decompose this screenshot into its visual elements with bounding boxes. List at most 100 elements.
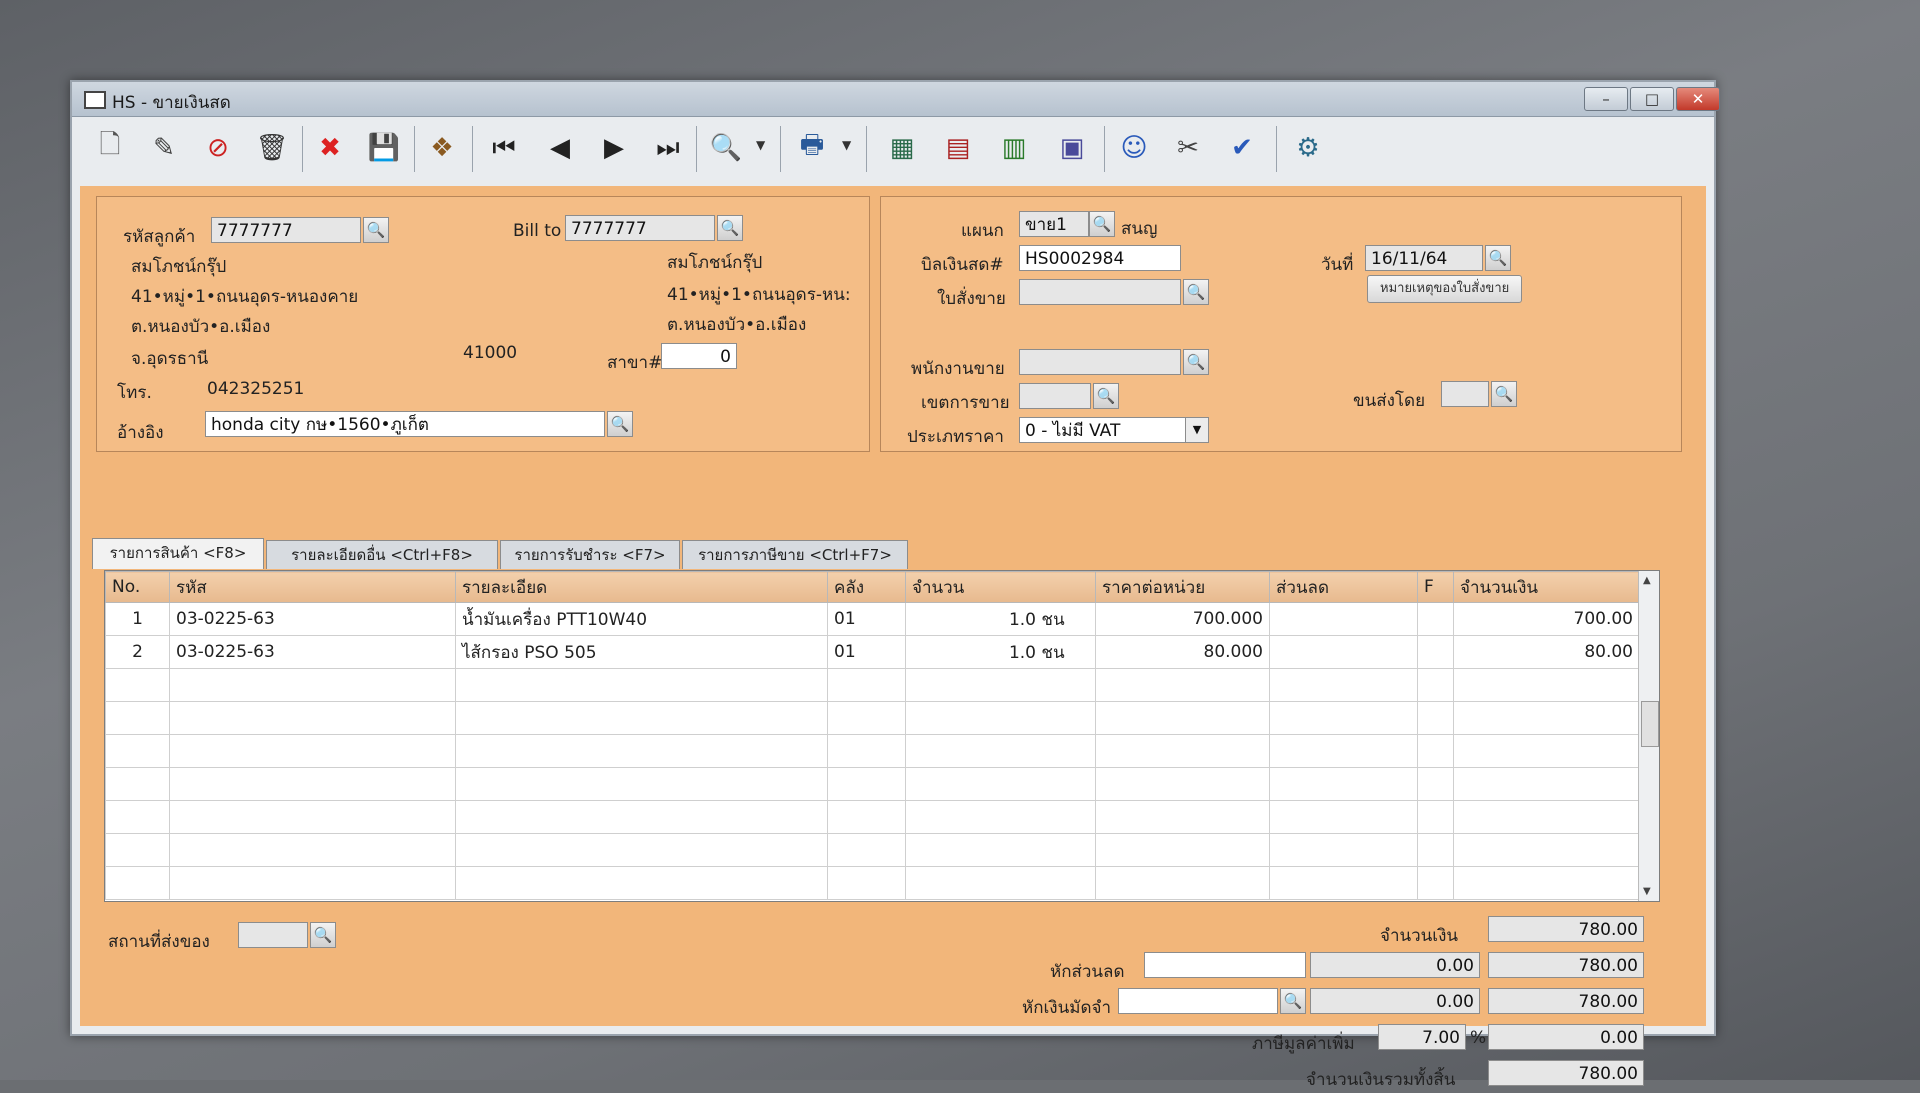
- empty-row[interactable]: [105, 800, 1640, 834]
- grid-scrollbar[interactable]: ▲ ▼: [1638, 571, 1659, 901]
- billto-code-input[interactable]: 7777777: [565, 215, 715, 241]
- scrollbar-thumb[interactable]: [1641, 701, 1659, 747]
- dept-input[interactable]: ขาย1: [1019, 211, 1089, 237]
- title-bar[interactable]: HS - ขายเงินสด – □ ✕: [72, 82, 1720, 117]
- ship-place-search-icon[interactable]: 🔍: [310, 922, 336, 948]
- date-picker-icon[interactable]: 🔍: [1485, 245, 1511, 271]
- empty-row[interactable]: [105, 734, 1640, 768]
- last-icon[interactable]: ⏭: [648, 128, 688, 168]
- empty-row[interactable]: [105, 767, 1640, 801]
- deposit-search-icon[interactable]: 🔍: [1280, 988, 1306, 1014]
- dept-search-icon[interactable]: 🔍: [1089, 211, 1115, 237]
- customer-code-input[interactable]: 7777777: [211, 217, 361, 243]
- sales-order-search-icon[interactable]: 🔍: [1183, 279, 1209, 305]
- row-description[interactable]: น้ำมันเครื่อง PTT10W40: [455, 602, 828, 636]
- reference-input[interactable]: honda city กษ•1560•ภูเก็ต: [205, 411, 605, 437]
- next-icon[interactable]: ▶: [594, 128, 634, 168]
- chevron-down-icon[interactable]: ▼: [1185, 418, 1208, 442]
- row-warehouse[interactable]: 01: [827, 602, 906, 636]
- report1-icon[interactable]: ▦: [882, 128, 922, 168]
- bundle-icon[interactable]: ❖: [422, 128, 462, 168]
- tab-items[interactable]: รายการสินค้า <F8>: [92, 538, 264, 569]
- sales-zone-input[interactable]: [1019, 383, 1091, 409]
- scroll-down-icon[interactable]: ▼: [1643, 886, 1651, 897]
- search-doc-icon[interactable]: 🔍: [706, 128, 746, 168]
- col-amount[interactable]: จำนวนเงิน: [1453, 571, 1640, 603]
- price-type-select[interactable]: 0 - ไม่มี VAT ▼: [1019, 417, 1209, 443]
- customer-zip: 41000: [463, 343, 518, 363]
- row-unit-price[interactable]: 700.000: [1095, 602, 1270, 636]
- trash-icon[interactable]: 🗑: [252, 128, 292, 168]
- edit-icon[interactable]: ✎: [144, 128, 184, 168]
- col-code[interactable]: รหัส: [169, 571, 456, 603]
- items-grid[interactable]: No. รหัส รายละเอียด คลัง จำนวน ราคาต่อหน…: [104, 570, 1660, 902]
- reference-search-icon[interactable]: 🔍: [607, 411, 633, 437]
- row-code[interactable]: 03-0225-63: [169, 635, 456, 669]
- ok-doc-icon[interactable]: ✔: [1222, 128, 1262, 168]
- branch-input[interactable]: 0: [661, 343, 737, 369]
- empty-row[interactable]: [105, 668, 1640, 702]
- date-input[interactable]: 16/11/64: [1365, 245, 1483, 271]
- prev-icon[interactable]: ◀: [540, 128, 580, 168]
- col-unit-price[interactable]: ราคาต่อหน่วย: [1095, 571, 1270, 603]
- row-code[interactable]: 03-0225-63: [169, 602, 456, 636]
- row-description[interactable]: ไส้กรอง PSO 505: [455, 635, 828, 669]
- row-unit-price[interactable]: 80.000: [1095, 635, 1270, 669]
- salesperson-search-icon[interactable]: 🔍: [1183, 349, 1209, 375]
- customer-search-icon[interactable]: 🔍: [363, 217, 389, 243]
- order-note-button[interactable]: หมายเหตุของใบสั่งขาย: [1367, 275, 1523, 303]
- row-quantity[interactable]: 1.0 ชน: [905, 602, 1096, 636]
- first-icon[interactable]: ⏮: [484, 128, 524, 168]
- close-button[interactable]: ✕: [1676, 87, 1720, 111]
- report2-icon[interactable]: ▤: [938, 128, 978, 168]
- col-warehouse[interactable]: คลัง: [827, 571, 906, 603]
- void-icon[interactable]: ⊘: [198, 128, 238, 168]
- col-discount[interactable]: ส่วนลด: [1269, 571, 1418, 603]
- new-doc-icon[interactable]: 🗋: [90, 128, 130, 168]
- col-quantity[interactable]: จำนวน: [905, 571, 1096, 603]
- row-warehouse[interactable]: 01: [827, 635, 906, 669]
- vat-rate-field[interactable]: 7.00: [1378, 1024, 1466, 1050]
- empty-row[interactable]: [105, 866, 1640, 900]
- row-discount[interactable]: [1269, 602, 1418, 636]
- report3-icon[interactable]: ▥: [994, 128, 1034, 168]
- ship-by-search-icon[interactable]: 🔍: [1491, 381, 1517, 407]
- chevron-down-icon[interactable]: ▼: [842, 138, 851, 152]
- table-row[interactable]: 2 03-0225-63 ไส้กรอง PSO 505 01 1.0 ชน 8…: [105, 635, 1640, 669]
- ok-user-icon[interactable]: ☺: [1114, 128, 1154, 168]
- maximize-button[interactable]: □: [1630, 87, 1674, 111]
- empty-row[interactable]: [105, 833, 1640, 867]
- col-no[interactable]: No.: [105, 571, 170, 603]
- ship-by-input[interactable]: [1441, 381, 1489, 407]
- row-f[interactable]: [1417, 635, 1454, 669]
- sales-order-input[interactable]: [1019, 279, 1181, 305]
- scroll-up-icon[interactable]: ▲: [1643, 575, 1651, 586]
- sales-zone-search-icon[interactable]: 🔍: [1093, 383, 1119, 409]
- tab-sales-tax[interactable]: รายการภาษีขาย <Ctrl+F7>: [682, 540, 908, 569]
- salesperson-input[interactable]: [1019, 349, 1181, 375]
- minimize-button[interactable]: –: [1584, 87, 1628, 111]
- col-f[interactable]: F: [1417, 571, 1454, 603]
- chevron-down-icon[interactable]: ▼: [756, 138, 765, 152]
- print-icon[interactable]: 🖶: [792, 128, 832, 168]
- billto-search-icon[interactable]: 🔍: [717, 215, 743, 241]
- approve-icon[interactable]: ✂: [1168, 128, 1208, 168]
- row-f[interactable]: [1417, 602, 1454, 636]
- row-discount[interactable]: [1269, 635, 1418, 669]
- reference-label: อ้างอิง: [117, 423, 164, 443]
- tab-other-details[interactable]: รายละเอียดอื่น <Ctrl+F8>: [266, 540, 498, 569]
- tab-payments[interactable]: รายการรับชำระ <F7>: [500, 540, 680, 569]
- bill-no-input[interactable]: HS0002984: [1019, 245, 1181, 271]
- col-description[interactable]: รายละเอียด: [455, 571, 828, 603]
- row-quantity[interactable]: 1.0 ชน: [905, 635, 1096, 669]
- settings-icon[interactable]: ⚙: [1288, 128, 1328, 168]
- discount-input[interactable]: [1144, 952, 1306, 978]
- cancel-icon[interactable]: ✖: [310, 128, 350, 168]
- save-icon[interactable]: 💾: [364, 128, 404, 168]
- table-row[interactable]: 1 03-0225-63 น้ำมันเครื่อง PTT10W40 01 1…: [105, 602, 1640, 636]
- deposit-input[interactable]: [1118, 988, 1278, 1014]
- calendar-icon[interactable]: ▣: [1052, 128, 1092, 168]
- ship-place-input[interactable]: [238, 922, 308, 948]
- customer-code-label: รหัสลูกค้า: [123, 227, 196, 247]
- empty-row[interactable]: [105, 701, 1640, 735]
